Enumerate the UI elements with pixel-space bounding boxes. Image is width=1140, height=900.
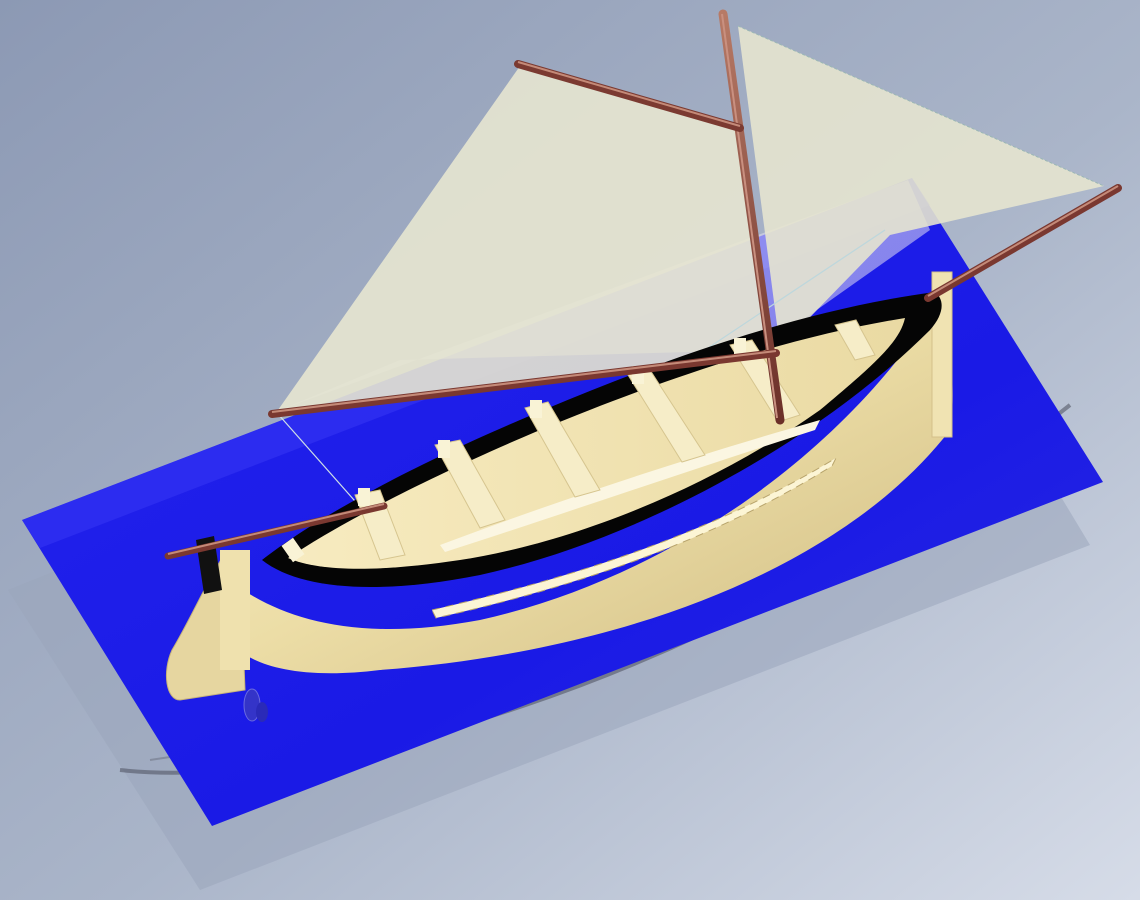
cad-viewport[interactable] <box>0 0 1140 900</box>
boat-3d-scene <box>0 0 1140 900</box>
sternpost <box>220 550 250 670</box>
